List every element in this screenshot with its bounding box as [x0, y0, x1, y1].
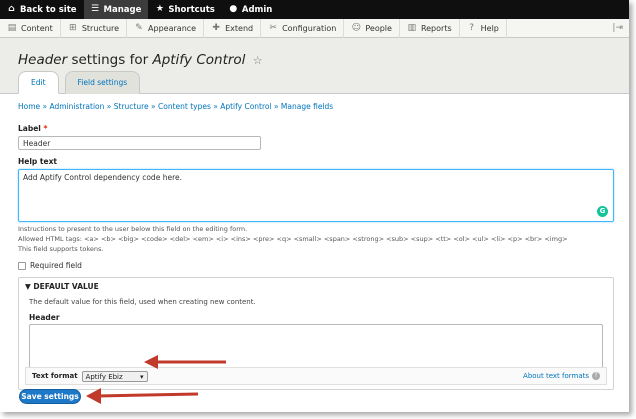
label-field-title-text: Label	[18, 124, 41, 133]
tab-edit[interactable]: Edit	[18, 71, 59, 94]
star-icon: ★	[155, 4, 164, 14]
menu-item-reports[interactable]: ▥ Reports	[400, 18, 460, 38]
save-settings-button[interactable]: Save settings	[19, 389, 81, 404]
page-title-entity: Aptify Control	[152, 52, 246, 68]
menu-item-appearance[interactable]: ✎ Appearance	[127, 18, 205, 38]
grammarly-icon[interactable]: G	[597, 206, 608, 217]
menu-item-label: Extend	[225, 23, 254, 33]
menu-item-label: Reports	[420, 23, 452, 33]
annotation-arrow-format	[144, 355, 226, 369]
menu-item-structure[interactable]: ⊞ Structure	[61, 18, 128, 38]
help-desc-line-3: This field supports tokens.	[18, 245, 104, 253]
browser-frame: ⌂ Back to site ☰ Manage ★ Shortcuts ● Ad…	[0, 0, 629, 412]
about-text-formats-label: About text formats	[523, 372, 589, 380]
default-header-label: Header	[29, 313, 60, 322]
page-title-field: Header	[18, 52, 68, 68]
help-text-description: Instructions to present to the user belo…	[18, 224, 611, 254]
tray-toggle-icon[interactable]: |⇥	[606, 23, 629, 33]
required-mark: *	[43, 124, 48, 133]
help-desc-line-1: Instructions to present to the user belo…	[18, 225, 248, 233]
people-icon: ☺	[351, 23, 362, 33]
shortcuts-label: Shortcuts	[168, 4, 215, 15]
breadcrumb[interactable]: Home » Administration » Structure » Cont…	[18, 102, 611, 111]
menu-item-label: Configuration	[282, 23, 337, 33]
about-text-formats-link[interactable]: About text formats ?	[523, 372, 600, 380]
page-title: Header settings for Aptify Control ☆	[18, 52, 611, 68]
manage-label: Manage	[103, 4, 142, 15]
structure-icon: ⊞	[69, 23, 77, 33]
home-icon: ⌂	[8, 4, 15, 14]
menu-item-extend[interactable]: ✚ Extend	[204, 18, 262, 38]
help-text-textarea[interactable]: Add Aptify Control dependency code here.…	[18, 169, 614, 222]
dropdown-arrow-icon: ▾	[140, 372, 144, 381]
menu-icon: ☰	[90, 4, 100, 14]
menu-item-label: Help	[480, 23, 499, 33]
content-icon: ▤	[7, 23, 17, 33]
page-title-middle: settings for	[71, 52, 149, 68]
menu-item-label: People	[365, 23, 392, 33]
text-format-value: Aptify Ebiz	[85, 372, 123, 381]
manage-tab[interactable]: ☰ Manage	[83, 0, 149, 19]
help-text-title: Help text	[18, 157, 58, 166]
puzzle-icon: ✚	[212, 23, 220, 33]
shortcuts-tab[interactable]: ★ Shortcuts	[148, 0, 221, 19]
menu-item-configuration[interactable]: ✂ Configuration	[261, 18, 345, 38]
text-format-select[interactable]: Aptify Ebiz ▾	[81, 370, 148, 382]
menu-item-label: Appearance	[148, 23, 197, 33]
user-icon: ●	[229, 4, 238, 14]
main-content: Home » Administration » Structure » Cont…	[0, 94, 629, 390]
required-field-row: Required field	[18, 261, 611, 270]
label-input[interactable]: Header	[18, 136, 261, 150]
admin-toolbar: ⌂ Back to site ☰ Manage ★ Shortcuts ● Ad…	[0, 0, 629, 19]
question-icon: ?	[592, 372, 600, 380]
default-value-details: ▼ DEFAULT VALUE The default value for th…	[18, 277, 614, 390]
required-field-checkbox[interactable]	[18, 261, 26, 270]
wrench-icon: ✂	[269, 23, 277, 33]
menu-item-help[interactable]: ? Help	[460, 18, 507, 38]
help-text-value: Add Aptify Control dependency code here.	[23, 173, 182, 182]
default-value-description: The default value for this field, used w…	[29, 298, 256, 306]
page-tabs: Edit Field settings	[18, 71, 141, 94]
back-to-site-link[interactable]: ⌂ Back to site	[0, 0, 84, 19]
brush-icon: ✎	[135, 23, 143, 33]
text-format-row: Text format Aptify Ebiz ▾ About text for…	[25, 367, 607, 385]
tab-field-settings[interactable]: Field settings	[64, 71, 141, 94]
admin-menu-tray: ▤ Content ⊞ Structure ✎ Appearance ✚ Extend …	[0, 18, 629, 38]
page-header: Header settings for Aptify Control ☆ Edi…	[0, 38, 629, 94]
bar-chart-icon: ▥	[407, 23, 417, 33]
back-to-site-label: Back to site	[20, 4, 77, 15]
default-value-summary[interactable]: ▼ DEFAULT VALUE	[19, 278, 613, 295]
required-field-label[interactable]: Required field	[30, 261, 82, 270]
label-field-title: Label *	[18, 124, 611, 133]
menu-item-content[interactable]: ▤ Content	[0, 18, 61, 38]
help-icon: ?	[469, 23, 475, 33]
text-format-label: Text format	[32, 372, 78, 380]
admin-user-tab[interactable]: ● Admin	[222, 0, 280, 19]
annotation-arrow-save	[86, 388, 199, 404]
shortcut-star-icon[interactable]: ☆	[253, 54, 263, 67]
menu-item-people[interactable]: ☺ People	[344, 18, 400, 38]
admin-label: Admin	[241, 4, 273, 15]
menu-item-label: Content	[21, 23, 53, 33]
help-desc-line-2: Allowed HTML tags: <a> <b> <big> <code> …	[18, 235, 568, 243]
menu-item-label: Structure	[81, 23, 120, 33]
